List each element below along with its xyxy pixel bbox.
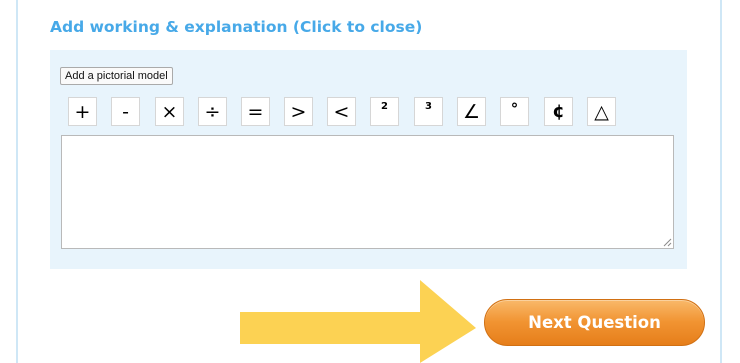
triangle-button[interactable]: △ bbox=[587, 97, 616, 126]
right-border-line bbox=[720, 0, 722, 363]
working-toggle-link[interactable]: Add working & explanation (Click to clos… bbox=[50, 18, 422, 36]
minus-button[interactable]: - bbox=[111, 97, 140, 126]
multiply-button[interactable]: × bbox=[155, 97, 184, 126]
right-arrow-icon bbox=[240, 280, 476, 363]
resize-grip-icon[interactable] bbox=[663, 238, 672, 247]
equals-button[interactable]: = bbox=[241, 97, 270, 126]
degree-button[interactable]: ° bbox=[500, 97, 529, 126]
next-question-button[interactable]: Next Question bbox=[484, 299, 705, 346]
squared-button[interactable]: 2 bbox=[370, 97, 399, 126]
angle-button[interactable]: ∠ bbox=[457, 97, 486, 126]
working-textarea[interactable] bbox=[61, 135, 674, 249]
page: Add working & explanation (Click to clos… bbox=[0, 0, 740, 363]
cent-button[interactable]: ¢ bbox=[544, 97, 573, 126]
greater-than-button[interactable]: > bbox=[284, 97, 313, 126]
plus-button[interactable]: + bbox=[68, 97, 97, 126]
cubed-button[interactable]: 3 bbox=[414, 97, 443, 126]
add-pictorial-model-button[interactable]: Add a pictorial model bbox=[60, 67, 173, 85]
less-than-button[interactable]: < bbox=[327, 97, 356, 126]
left-border-line bbox=[16, 0, 18, 363]
divide-button[interactable]: ÷ bbox=[198, 97, 227, 126]
